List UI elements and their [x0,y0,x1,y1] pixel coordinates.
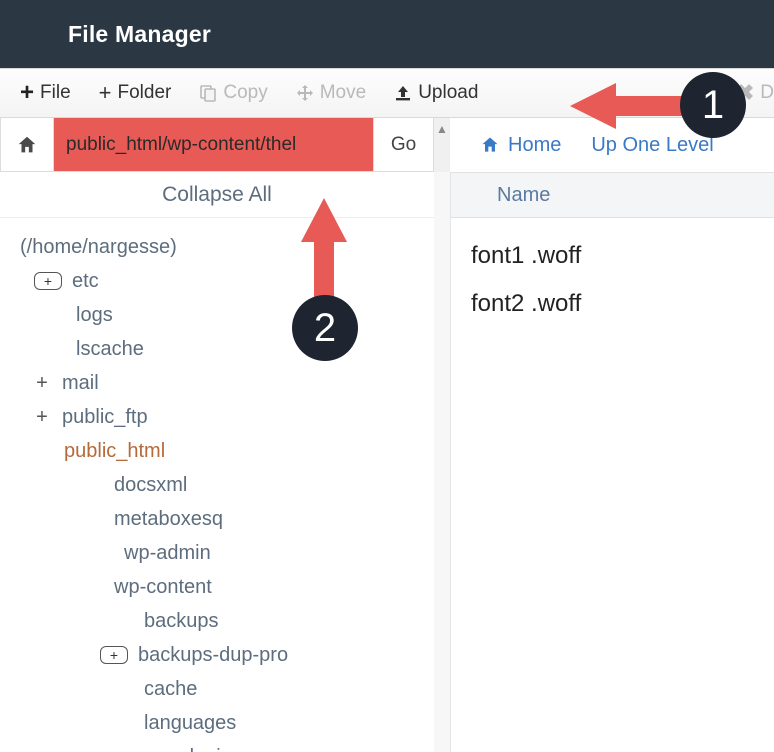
folder-tree: (/home/nargesse) + etc logs lscache + ma… [0,218,434,752]
collapse-tri-icon: ▲ [436,122,448,136]
tree-node-metaboxesq[interactable]: metaboxesq [20,502,430,536]
expand-icon[interactable]: + [32,366,52,400]
new-folder-button[interactable]: + Folder [85,69,186,117]
file-row[interactable]: font1 .woff [471,232,774,280]
tree-node-languages[interactable]: languages [20,706,430,740]
upload-button[interactable]: Upload [380,69,492,117]
tree-node-public-html[interactable]: public_html [20,434,430,468]
tree-node-cache[interactable]: cache [20,672,430,706]
tree-node-public-ftp[interactable]: + public_ftp [20,400,430,434]
home-icon [16,134,38,156]
copy-label: Copy [223,82,267,104]
expand-icon[interactable]: + [34,272,62,290]
up-one-level-link[interactable]: Up One Level [591,134,713,157]
annotation-badge-1: 1 [680,72,746,138]
path-bar: Go [0,118,434,172]
home-icon [480,135,500,155]
tree-node-wp-content[interactable]: wp-content [20,570,430,604]
tree-node-backups-dup-pro[interactable]: + backups-dup-pro [20,638,430,672]
collapse-all-button[interactable]: Collapse All [0,172,434,218]
home-link-label: Home [508,134,561,157]
annotation-arrow-1 [570,89,690,123]
tree-node-wp-admin[interactable]: wp-admin [20,536,430,570]
folder-tree-pane: Collapse All (/home/nargesse) + etc logs… [0,172,434,752]
tree-node-mail[interactable]: + mail [20,366,430,400]
home-icon-button[interactable] [0,118,54,172]
tree-node-mu-plugins[interactable]: mu-plugins [20,740,430,752]
move-button[interactable]: Move [282,69,380,117]
app-header: File Manager [0,0,774,68]
upload-icon [394,84,412,102]
app-title: File Manager [68,21,211,48]
tree-root[interactable]: (/home/nargesse) [20,230,430,264]
annotation-badge-2: 2 [292,295,358,361]
copy-icon [199,84,217,102]
new-file-label: File [40,82,71,104]
file-list-pane: Name font1 .woff font2 .woff [450,172,774,752]
home-link[interactable]: Home [480,134,561,157]
tree-node-etc[interactable]: + etc [20,264,430,298]
expand-icon[interactable]: + [32,400,52,434]
column-header-name[interactable]: Name [451,172,774,218]
go-button[interactable]: Go [373,118,433,171]
new-file-button[interactable]: + File [6,69,85,117]
copy-button[interactable]: Copy [185,69,281,117]
new-folder-label: Folder [118,82,172,104]
path-input[interactable] [54,118,373,171]
expand-icon[interactable]: + [100,646,128,664]
file-row[interactable]: font2 .woff [471,280,774,328]
tree-node-docsxml[interactable]: docsxml [20,468,430,502]
annotation-arrow-2 [306,198,342,300]
move-label: Move [320,82,366,104]
delete-label: D [760,82,774,104]
pane-divider[interactable]: ▲ [434,118,450,172]
tree-node-logs[interactable]: logs [20,298,430,332]
move-icon [296,84,314,102]
tree-node-lscache[interactable]: lscache [20,332,430,366]
tree-node-backups[interactable]: backups [20,604,430,638]
file-list: font1 .woff font2 .woff [451,218,774,328]
upload-label: Upload [418,82,478,104]
